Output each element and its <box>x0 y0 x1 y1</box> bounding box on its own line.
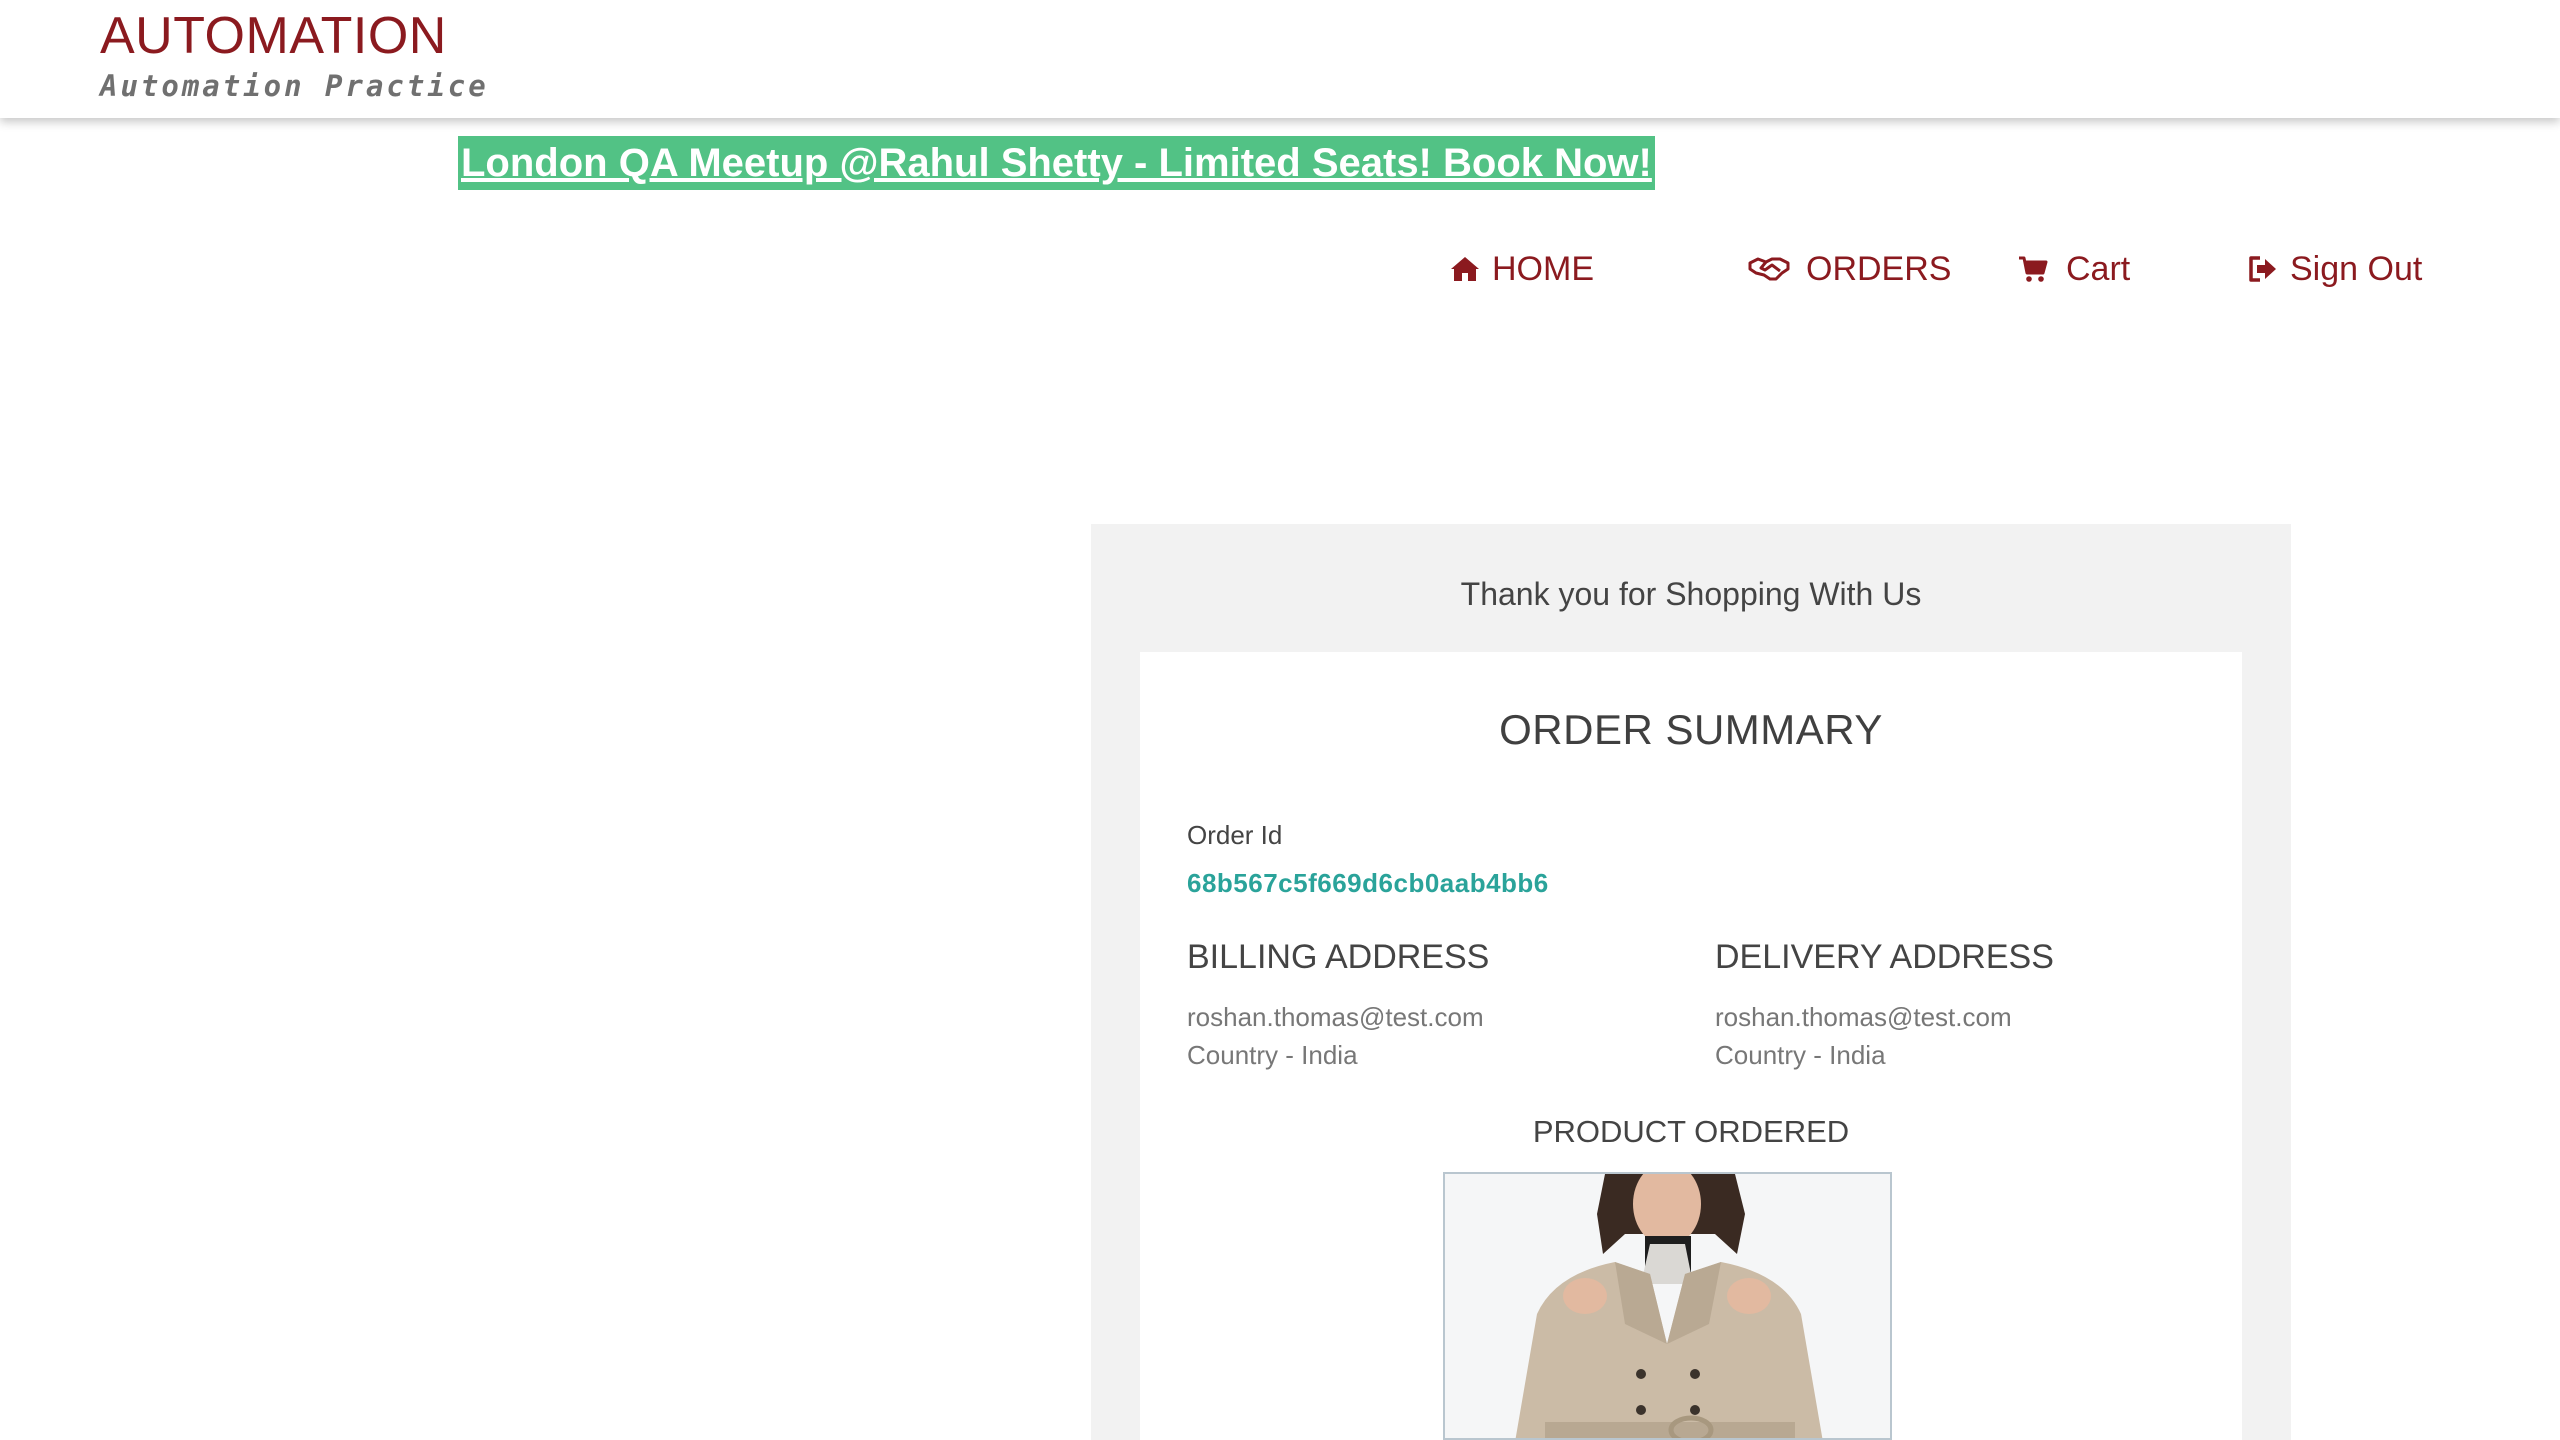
order-confirmation-panel: Thank you for Shopping With Us ORDER SUM… <box>1091 524 2291 1440</box>
delivery-address-heading: DELIVERY ADDRESS <box>1715 938 2054 976</box>
sign-out-icon <box>2248 255 2278 283</box>
logo-subtitle: Automation Practice <box>100 69 489 103</box>
home-icon <box>1450 256 1480 282</box>
logo-title[interactable]: AUTOMATION <box>100 6 447 66</box>
meetup-banner-link[interactable]: London QA Meetup @Rahul Shetty - Limited… <box>458 136 1655 190</box>
order-summary-title: ORDER SUMMARY <box>1499 706 1883 753</box>
billing-country: Country - India <box>1187 1040 1358 1070</box>
delivery-country: Country - India <box>1715 1040 1886 1070</box>
delivery-email: roshan.thomas@test.com <box>1715 1002 2012 1032</box>
nav-cart-label: Cart <box>2066 250 2131 288</box>
billing-email: roshan.thomas@test.com <box>1187 1002 1484 1032</box>
nav-orders-label: ORDERS <box>1806 250 1952 288</box>
site-header: AUTOMATION Automation Practice <box>0 0 2560 118</box>
cart-icon <box>2018 255 2048 283</box>
order-id-value: 68b567c5f669d6cb0aab4bb6 <box>1187 868 1549 898</box>
billing-address-heading: BILLING ADDRESS <box>1187 938 1490 976</box>
order-id-label: Order Id <box>1187 820 1283 850</box>
beige-coat-photo <box>1445 1174 1890 1438</box>
nav-orders[interactable]: ORDERS <box>1748 244 1951 294</box>
handshake-icon <box>1748 255 1790 283</box>
product-image[interactable] <box>1443 1172 1892 1440</box>
nav-sign-out[interactable]: Sign Out <box>2248 244 2422 294</box>
nav-sign-out-label: Sign Out <box>2290 250 2423 288</box>
nav-cart[interactable]: Cart <box>2018 244 2130 294</box>
nav-home[interactable]: HOME <box>1450 244 1594 294</box>
nav-home-label: HOME <box>1492 250 1594 288</box>
order-summary-card: ORDER SUMMARY Order Id 68b567c5f669d6cb0… <box>1140 652 2242 1440</box>
thank-you-message: Thank you for Shopping With Us <box>1460 576 1922 612</box>
product-ordered-heading: PRODUCT ORDERED <box>1532 1114 1850 1149</box>
